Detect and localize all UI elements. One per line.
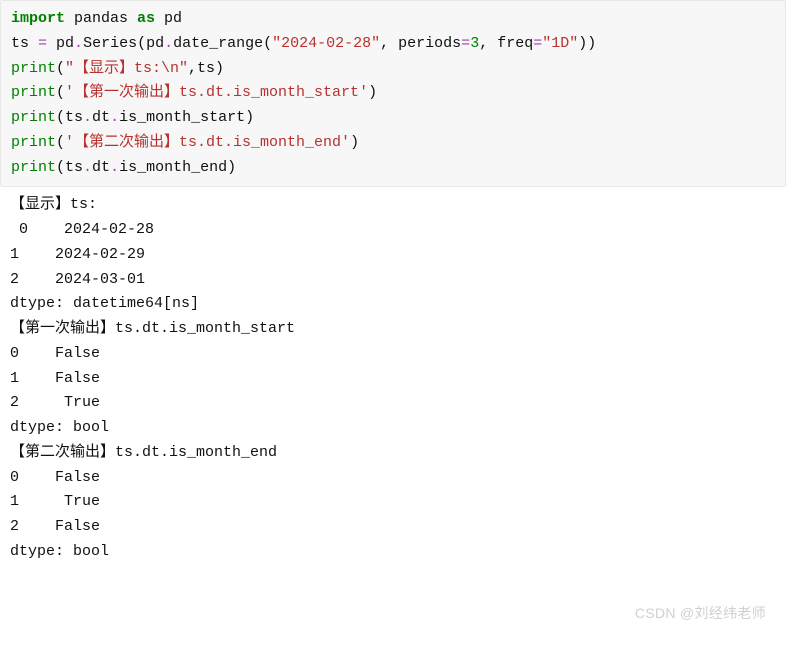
string-second: '【第二次输出】ts.dt.is_month_end' (65, 134, 350, 151)
output-line: 【第二次输出】ts.dt.is_month_end (10, 444, 277, 461)
string-date: "2024-02-28" (272, 35, 380, 52)
print-fn: print (11, 134, 56, 151)
output-line: dtype: datetime64[ns] (10, 295, 199, 312)
close-paren: ) (368, 84, 377, 101)
dt-attr: dt (92, 109, 110, 126)
dot: . (164, 35, 173, 52)
open-paren: ( (56, 60, 65, 77)
output-line: 1 False (10, 370, 100, 387)
output-line: 2 2024-03-01 (10, 271, 145, 288)
freq-arg: , freq (479, 35, 533, 52)
pd-name: pd (47, 35, 74, 52)
dot: . (110, 109, 119, 126)
ts-open: (ts (56, 109, 83, 126)
date-range: date_range( (173, 35, 272, 52)
is-month-end: is_month_end) (119, 159, 236, 176)
output-line: 1 True (10, 493, 100, 510)
code-output-cell: 【显示】ts: 0 2024-02-28 1 2024-02-29 2 2024… (0, 187, 786, 570)
open-paren: ( (56, 134, 65, 151)
operator-assign: = (38, 35, 47, 52)
watermark-text: CSDN @刘经纬老师 (635, 602, 766, 624)
output-line: 【第一次输出】ts.dt.is_month_start (10, 320, 295, 337)
output-line: 1 2024-02-29 (10, 246, 145, 263)
is-month-start: is_month_start) (119, 109, 254, 126)
code-input-cell: import pandas as pd ts = pd.Series(pd.da… (0, 0, 786, 187)
dot: . (74, 35, 83, 52)
output-line: 2 True (10, 394, 100, 411)
ts-open: (ts (56, 159, 83, 176)
output-line: 0 False (10, 469, 100, 486)
output-line: 【显示】ts: (10, 196, 97, 213)
print-fn: print (11, 159, 56, 176)
series-call: Series(pd (83, 35, 164, 52)
ts-arg: ,ts) (188, 60, 224, 77)
output-line: 0 2024-02-28 (10, 221, 154, 238)
dot: . (83, 109, 92, 126)
module-name: pandas (65, 10, 137, 27)
dt-attr: dt (92, 159, 110, 176)
print-fn: print (11, 60, 56, 77)
print-fn: print (11, 84, 56, 101)
string-1d: "1D" (542, 35, 578, 52)
close-paren: ) (350, 134, 359, 151)
keyword-as: as (137, 10, 155, 27)
string-display: "【显示】ts:\n" (65, 60, 188, 77)
dot: . (110, 159, 119, 176)
keyword-import: import (11, 10, 65, 27)
print-fn: print (11, 109, 56, 126)
number-3: 3 (470, 35, 479, 52)
alias-name: pd (155, 10, 182, 27)
operator-eq: = (461, 35, 470, 52)
operator-eq: = (533, 35, 542, 52)
close-paren: )) (578, 35, 596, 52)
periods-arg: , periods (380, 35, 461, 52)
output-line: dtype: bool (10, 419, 109, 436)
output-line: dtype: bool (10, 543, 109, 560)
dot: . (83, 159, 92, 176)
var-ts: ts (11, 35, 38, 52)
output-line: 2 False (10, 518, 100, 535)
open-paren: ( (56, 84, 65, 101)
string-first: '【第一次输出】ts.dt.is_month_start' (65, 84, 368, 101)
output-line: 0 False (10, 345, 100, 362)
